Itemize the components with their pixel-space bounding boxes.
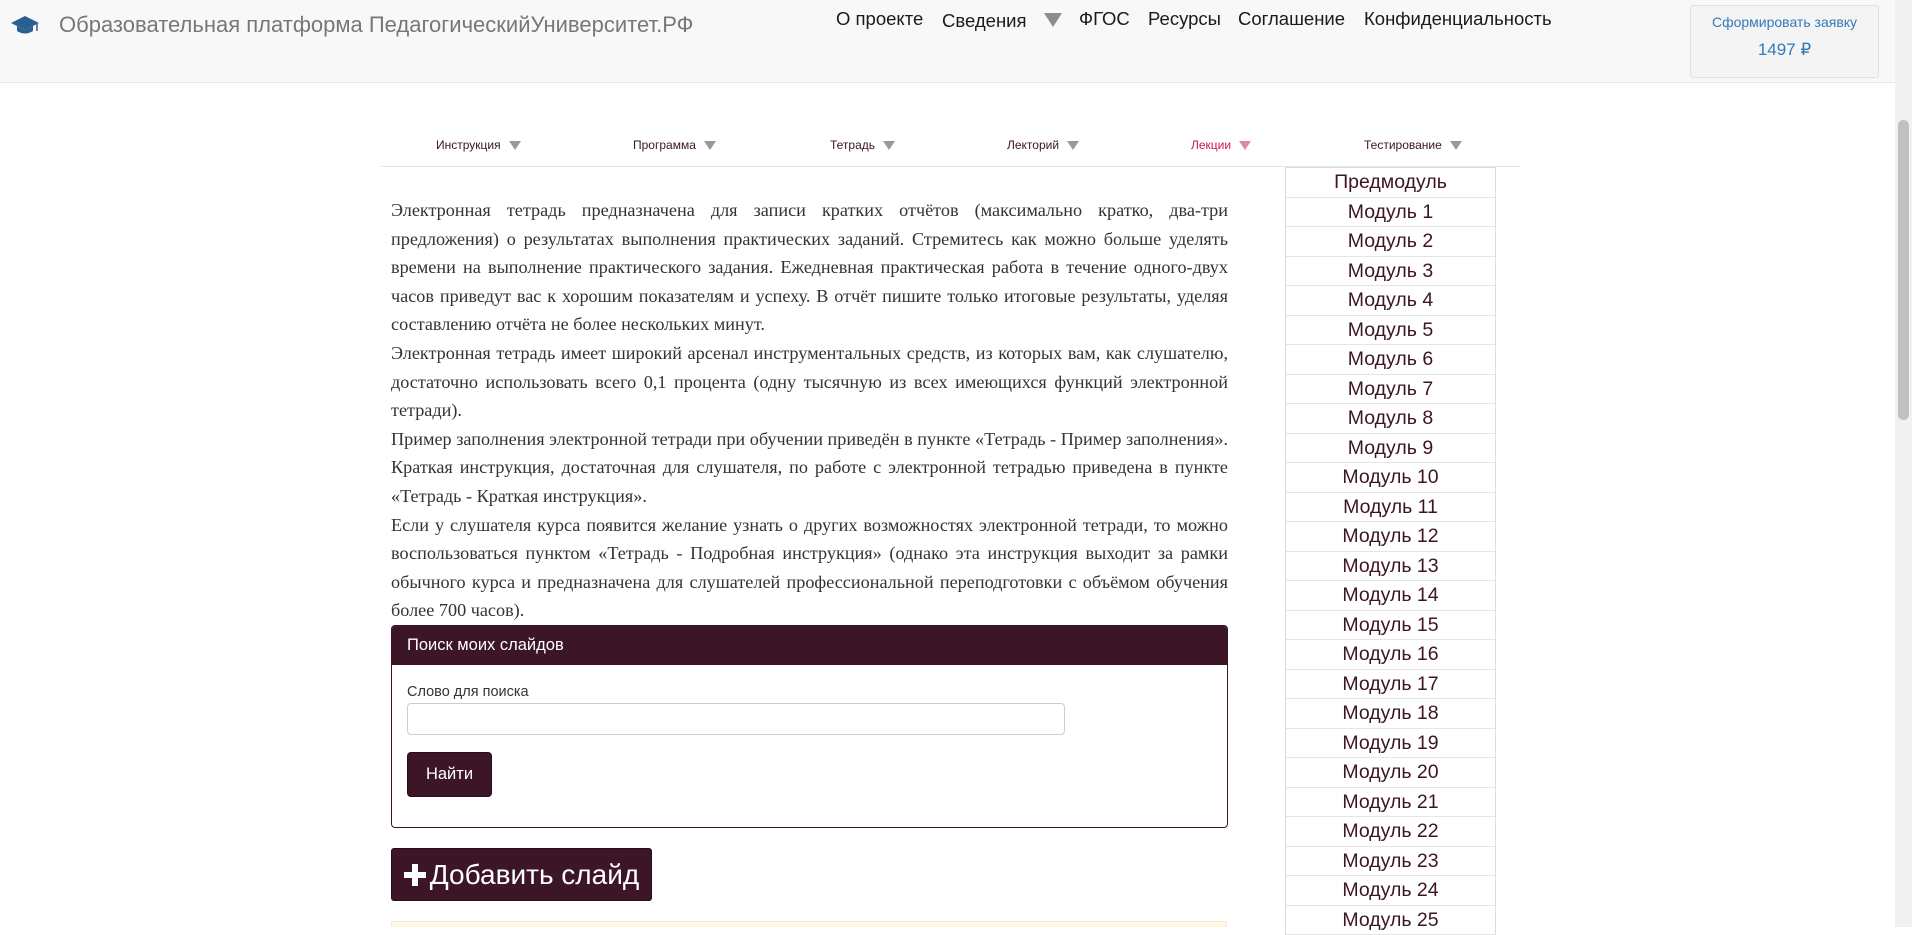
menu-item-fgos[interactable]: ФГОС [1079,8,1130,30]
chevron-down-icon [509,141,521,150]
module-item[interactable]: Модуль 5 [1286,316,1495,346]
module-item[interactable]: Модуль 18 [1286,699,1495,729]
submenu-item-notebook[interactable]: Тетрадь [830,138,895,152]
module-item[interactable]: Модуль 4 [1286,286,1495,316]
submenu-item-lecture-hall[interactable]: Лекторий [1007,138,1079,152]
submenu-item-program[interactable]: Программа [633,138,716,152]
module-item[interactable]: Модуль 21 [1286,788,1495,818]
brand-title[interactable]: Образовательная платформа Педагогический… [59,12,693,38]
module-item[interactable]: Модуль 22 [1286,817,1495,847]
module-item[interactable]: Модуль 25 [1286,906,1495,935]
module-item[interactable]: Модуль 16 [1286,640,1495,670]
module-item[interactable]: Модуль 9 [1286,434,1495,464]
panel-title: Поиск моих слайдов [392,626,1227,665]
submenu-item-instruction[interactable]: Инструкция [436,138,521,152]
description-paragraph: Электронная тетрадь предназначена для за… [391,196,1228,339]
module-item[interactable]: Модуль 3 [1286,257,1495,287]
description-paragraph: Пример заполнения электронной тетради пр… [391,425,1228,511]
add-slide-label: Добавить слайд [430,859,639,891]
module-item[interactable]: Модуль 11 [1286,493,1495,523]
menu-item-privacy[interactable]: Конфиденциальность [1364,8,1552,30]
module-item[interactable]: Модуль 8 [1286,404,1495,434]
module-item[interactable]: Модуль 6 [1286,345,1495,375]
chevron-down-icon [1067,141,1079,150]
module-item[interactable]: Предмодуль [1286,168,1495,198]
submenu-item-label: Программа [633,138,696,152]
module-item[interactable]: Модуль 14 [1286,581,1495,611]
chevron-down-icon [1239,141,1251,150]
module-item[interactable]: Модуль 1 [1286,198,1495,228]
menu-item-info[interactable]: Сведения [942,10,1027,32]
description-paragraph: Электронная тетрадь имеет широкий арсена… [391,339,1228,425]
order-price[interactable]: 1497 ₽ [1691,40,1878,60]
module-item[interactable]: Модуль 20 [1286,758,1495,788]
module-item[interactable]: Модуль 24 [1286,876,1495,906]
menu-item-agreement[interactable]: Соглашение [1238,8,1345,30]
course-submenu: Инструкция Программа Тетрадь Лекторий Ле… [381,124,1521,167]
module-item[interactable]: Модуль 23 [1286,847,1495,877]
chevron-down-icon [883,141,895,150]
module-item[interactable]: Модуль 13 [1286,552,1495,582]
module-item[interactable]: Модуль 19 [1286,729,1495,759]
add-slide-button[interactable]: Добавить слайд [391,848,652,901]
module-item[interactable]: Модуль 12 [1286,522,1495,552]
scrollbar-thumb[interactable] [1898,120,1909,420]
module-item[interactable]: Модуль 15 [1286,611,1495,641]
submenu-item-testing[interactable]: Тестирование [1364,138,1462,152]
order-request-label[interactable]: Сформировать заявку [1691,14,1878,30]
submenu-item-label: Тетрадь [830,138,875,152]
menu-item-resources[interactable]: Ресурсы [1148,8,1221,30]
menu-info-dropdown-icon[interactable] [1044,13,1062,27]
search-input[interactable] [407,703,1065,735]
find-button[interactable]: Найти [407,752,492,797]
search-field-label: Слово для поиска [407,684,529,700]
module-list: Предмодуль Модуль 1 Модуль 2 Модуль 3 Мо… [1285,167,1496,935]
alert-box [391,921,1227,927]
plus-icon [404,864,426,886]
page-scrollbar[interactable] [1895,0,1912,927]
slide-search-panel: Поиск моих слайдов Слово для поиска Найт… [391,625,1228,828]
chevron-down-icon [704,141,716,150]
submenu-item-label: Тестирование [1364,138,1442,152]
graduation-cap-icon[interactable] [10,14,40,36]
module-item[interactable]: Модуль 7 [1286,375,1495,405]
module-item[interactable]: Модуль 17 [1286,670,1495,700]
submenu-item-label: Лекции [1191,138,1231,152]
module-item[interactable]: Модуль 2 [1286,227,1495,257]
menu-item-about[interactable]: О проекте [836,8,923,30]
chevron-down-icon [1450,141,1462,150]
top-navbar: Образовательная платформа Педагогический… [0,0,1912,83]
submenu-item-lectures[interactable]: Лекции [1191,138,1251,152]
order-request-button[interactable]: Сформировать заявку 1497 ₽ [1690,5,1879,78]
submenu-item-label: Инструкция [436,138,501,152]
description-paragraph: Если у слушателя курса появится желание … [391,511,1228,625]
submenu-item-label: Лекторий [1007,138,1059,152]
notebook-description: Электронная тетрадь предназначена для за… [391,196,1228,625]
module-item[interactable]: Модуль 10 [1286,463,1495,493]
